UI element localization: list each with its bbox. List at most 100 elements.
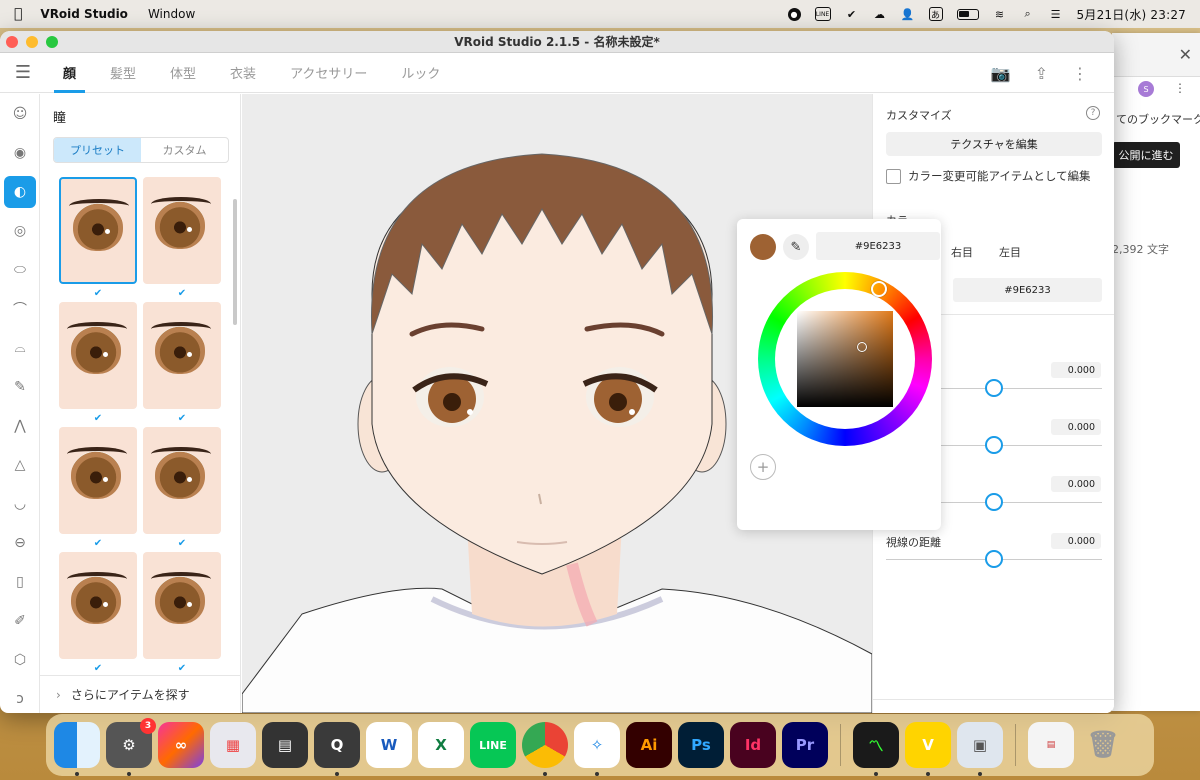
share-icon[interactable]: ⇪ [1035,64,1048,83]
control-center-icon[interactable]: ☰ [1049,7,1063,21]
preset-item[interactable]: ✔ [143,302,221,427]
tab-hair[interactable]: 髪型 [93,53,153,93]
preset-thumbnail[interactable] [59,552,137,659]
tab-outfit[interactable]: 衣装 [213,53,273,93]
wifi-icon[interactable]: ≋ [993,7,1007,21]
line-icon[interactable]: LINE [470,722,516,768]
preset-item[interactable]: ✔ [59,177,137,302]
finder-icon[interactable] [54,722,100,776]
more-vertical-icon[interactable]: ⋮ [1072,64,1088,83]
eye-white-icon[interactable]: ◎ [0,211,40,250]
eyedropper-icon[interactable]: ✎ [783,234,809,260]
ear-icon[interactable]: ↄ [0,679,40,713]
mouth-icon[interactable]: ◡ [0,484,40,523]
eyebrow-icon[interactable]: ⌒ [0,289,40,328]
search-icon[interactable]: ⌕ [1021,7,1035,21]
excel-icon[interactable]: X [418,722,464,768]
battery-icon[interactable] [956,8,979,20]
face-shape-icon[interactable]: ⬡ [0,640,40,679]
apple-menu-icon[interactable]:  [14,6,22,22]
check-circle-icon[interactable]: ✔ [845,7,859,21]
eyeline-icon[interactable]: ⬭ [0,250,40,289]
lips-icon[interactable]: ⊖ [0,523,40,562]
preset-tab[interactable]: プリセット [54,138,141,162]
slider-track-4[interactable] [886,550,1102,568]
avatar[interactable]: S [1138,81,1154,97]
preset-thumbnail[interactable] [143,177,221,284]
preset-thumbnail[interactable] [59,302,137,409]
launchpad-icon[interactable]: ▦ [210,722,256,768]
edit-texture-button[interactable]: テクスチャを編集 [886,132,1102,156]
premiere-icon[interactable]: Pr [782,722,828,768]
more-vertical-icon[interactable]: ⋮ [1174,81,1186,95]
illustrator-icon[interactable]: Ai [626,722,672,768]
tab-body[interactable]: 体型 [153,53,213,93]
slider-value-2[interactable]: 0.000 [1051,419,1101,435]
preset-thumbnail[interactable] [143,302,221,409]
line-icon[interactable]: LINE [814,7,831,21]
slider-knob[interactable] [985,550,1003,568]
preset-item[interactable]: ✔ [59,302,137,427]
face-icon[interactable]: ☺ [0,94,40,133]
input-method-icon[interactable]: あ [928,7,943,21]
preset-thumbnail[interactable] [143,552,221,659]
iris-icon[interactable]: ◐ [0,172,40,211]
safari-icon[interactable]: ✧ [574,722,620,776]
photoshop-icon[interactable]: Ps [678,722,724,768]
tab-right-eye[interactable]: 右目 [951,244,973,260]
preset-item[interactable]: ✔ [59,427,137,552]
help-icon[interactable]: ? [1086,106,1100,120]
slider-knob[interactable] [985,379,1003,397]
creative-cloud-icon[interactable]: ∞ [158,722,204,768]
eyelash-icon[interactable]: ⌓ [0,328,40,367]
scrollbar[interactable] [233,199,237,325]
trash-icon[interactable]: 🗑 [1080,722,1126,768]
lash-bottom-icon[interactable]: ⋀ [0,406,40,445]
preset-thumbnail[interactable] [59,427,137,534]
quicktime-icon[interactable]: Q [314,722,360,776]
camera-icon[interactable]: 📷 [991,64,1011,83]
add-color-button[interactable]: + [750,454,776,480]
activity-monitor-icon[interactable]: 〽 [853,722,899,776]
slider-knob[interactable] [985,436,1003,454]
color-editable-checkbox[interactable]: カラー変更可能アイテムとして編集 [886,168,1091,184]
tab-accessory[interactable]: アクセサリー [273,53,384,93]
publish-button[interactable]: 公開に進む [1112,142,1180,168]
indesign-icon[interactable]: Id [730,722,776,768]
custom-tab[interactable]: カスタム [141,138,228,162]
preset-thumbnail[interactable] [59,177,137,284]
current-color-swatch[interactable] [750,234,776,260]
hamburger-menu-icon[interactable]: ☰ [0,62,46,83]
menu-clock[interactable]: 5月21日(水) 23:27 [1077,6,1186,23]
tab-face[interactable]: 顔 [46,53,93,93]
word-icon[interactable]: W [366,722,412,768]
creative-cloud-icon[interactable]: ☁ [873,7,887,21]
nose-icon[interactable]: △ [0,445,40,484]
tab-left-eye[interactable]: 左目 [999,244,1021,260]
more-items-link[interactable]: › さらにアイテムを探す [40,675,241,713]
background-browser-window[interactable]: ✕ S ⋮ てのブックマーク 公開に進む 2,392 文字 [1112,33,1200,711]
slider-value-3[interactable]: 0.000 [1051,476,1101,492]
bookmarks-text[interactable]: てのブックマーク [1116,111,1200,127]
preset-item[interactable]: ✔ [143,552,221,677]
slider-knob[interactable] [985,493,1003,511]
preset-item[interactable]: ✔ [143,427,221,552]
saturation-value-square[interactable] [797,311,893,407]
hue-handle[interactable] [871,281,887,297]
record-icon[interactable]: ● [787,7,801,21]
checkbox-box[interactable] [886,168,901,184]
slider-value-4[interactable]: 0.000 [1051,533,1101,549]
calculator-icon[interactable]: ▤ [262,722,308,768]
user-icon[interactable]: 👤 [901,7,915,21]
close-icon[interactable]: ✕ [1179,45,1192,64]
menu-window[interactable]: Window [148,7,195,21]
picker-hex-field[interactable]: #9E6233 [816,232,940,260]
preview-icon[interactable]: ▣ [957,722,1003,776]
brush-icon[interactable]: ✐ [0,601,40,640]
color-hex-field[interactable]: #9E6233 [953,278,1102,302]
chrome-icon[interactable] [522,722,568,776]
menu-app-name[interactable]: VRoid Studio [40,7,128,21]
tab-look[interactable]: ルック [384,53,457,93]
preset-thumbnail[interactable] [143,427,221,534]
eyedropper-icon[interactable]: ✎ [0,367,40,406]
